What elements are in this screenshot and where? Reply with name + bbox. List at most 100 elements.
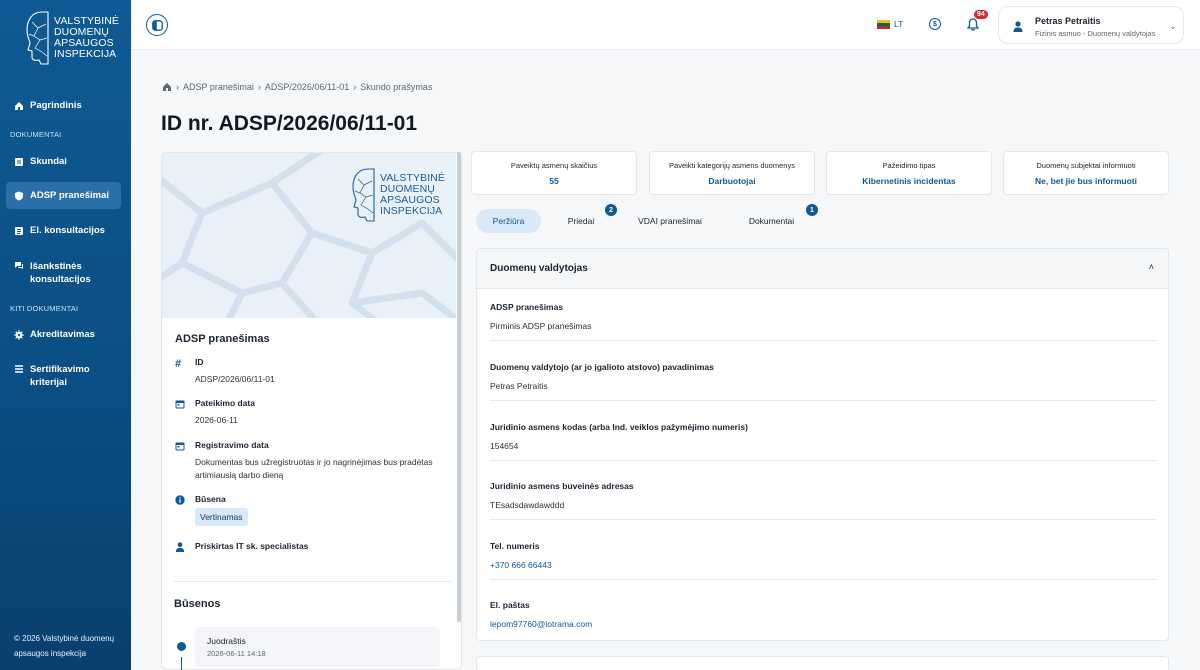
- detail-row: El. paštas lepom97760@iotrama.com: [490, 600, 1157, 629]
- detail-value: TEsadsdawdawddd: [490, 500, 565, 510]
- user-role: Fizinis asmuo - Duomenų valdytojas: [1035, 29, 1156, 38]
- field-label: Registravimo data: [195, 440, 269, 450]
- stat-value: Ne, bet jie bus informuoti: [1034, 176, 1137, 186]
- phone-link[interactable]: +370 666 66443: [490, 560, 1157, 570]
- sidebar-item-pagrindinis[interactable]: Pagrindinis: [0, 100, 90, 111]
- email-link[interactable]: lepom97760@iotrama.com: [490, 619, 1157, 629]
- brand-line: INSPEKCIJA: [54, 48, 117, 60]
- page-title: ID nr. ADSP/2026/06/11-01: [161, 112, 418, 135]
- status-field: Būsena Vertinamas: [175, 494, 455, 534]
- tab-label: Peržiūra: [492, 216, 525, 226]
- panel-toggle-icon: [151, 19, 163, 31]
- card-title: ADSP pranešimas: [175, 333, 270, 345]
- home-icon: [15, 102, 23, 110]
- user-icon: [1013, 21, 1023, 32]
- sidebar-item-skundai[interactable]: Skundai: [0, 156, 75, 167]
- shield-icon: [15, 191, 23, 201]
- divider: [490, 579, 1157, 580]
- sidebar-item-el-konsultacijos[interactable]: El. konsultacijos: [0, 225, 113, 236]
- sidebar-item-label: Sertifikavimo kriterijai: [30, 364, 90, 388]
- sidebar-footer: © 2026 Valstybinė duomenų apsaugos inspe…: [14, 631, 114, 661]
- tab-label: VDAI pranešimai: [638, 216, 702, 226]
- notification-badge: 94: [974, 10, 988, 19]
- detail-label: Juridinio asmens buveinės adresas: [490, 481, 634, 491]
- count-badge: 2: [605, 204, 617, 216]
- stat-breach-type: Pažeidimo tipas Kibernetinis incidentas: [826, 151, 992, 195]
- next-section-card: [476, 656, 1169, 670]
- tab-perziura[interactable]: Peržiūra: [476, 209, 541, 233]
- field-value: Dokumentas bus užregistruotas ir jo nagr…: [195, 457, 433, 480]
- breadcrumb: › ADSP pranešimai › ADSP/2026/06/11-01 ›…: [162, 82, 432, 92]
- field-label: Būsena: [195, 494, 226, 504]
- bell-icon[interactable]: [967, 18, 979, 31]
- list-icon: [15, 227, 23, 235]
- sidebar-item-akreditavimas[interactable]: Akreditavimas: [0, 329, 103, 340]
- tab-label: Dokumentai: [748, 216, 795, 226]
- sidebar: VALSTYBINĖ DUOMENŲ APSAUGOS INSPEKCIJA P…: [0, 0, 131, 670]
- state-date: 2026-06-11 14:18: [207, 649, 266, 658]
- stat-label: Duomenų subjektai informuoti: [1036, 161, 1136, 170]
- gear-icon: [14, 330, 24, 340]
- stat-subjects-informed: Duomenų subjektai informuoti Ne, bet jie…: [1003, 151, 1169, 195]
- breadcrumb-current: Skundo prašymas: [360, 82, 433, 92]
- field-label: ID: [195, 357, 204, 367]
- stat-value: 55: [549, 176, 559, 186]
- brand-text: VALSTYBINĖ DUOMENŲ APSAUGOS INSPEKCIJA: [54, 16, 119, 60]
- section-header[interactable]: Duomenų valdytojas ˄: [477, 249, 1168, 289]
- sidebar-item-sertifikavimo[interactable]: Sertifikavimo kriterijai: [0, 363, 120, 389]
- chevron-up-icon[interactable]: ˄: [1149, 262, 1154, 272]
- tab-vdai-pranesimai[interactable]: VDAI pranešimai: [620, 209, 720, 233]
- help-icon[interactable]: $: [929, 18, 941, 30]
- detail-value: 154654: [490, 441, 519, 451]
- tab-dokumentai[interactable]: Dokumentai 1: [731, 204, 818, 233]
- language-label: LT: [894, 19, 904, 29]
- brand-text: VALSTYBINĖ DUOMENŲ APSAUGOS INSPEKCIJA: [380, 173, 445, 217]
- report-summary-card: VALSTYBINĖ DUOMENŲ APSAUGOS INSPEKCIJA A…: [161, 152, 462, 670]
- detail-label: Juridinio asmens kodas (arba Ind. veiklo…: [490, 422, 748, 432]
- chevron-down-icon: ⌄: [1169, 21, 1177, 31]
- detail-row: Juridinio asmens kodas (arba Ind. veiklo…: [490, 422, 1157, 451]
- chevron-right-icon: ›: [257, 82, 261, 92]
- home-icon[interactable]: [162, 82, 172, 92]
- sidebar-item-adsp[interactable]: ADSP pranešimai: [6, 182, 121, 209]
- field-value: ADSP/2026/06/11-01: [195, 374, 275, 384]
- stat-label: Pažeidimo tipas: [882, 161, 936, 170]
- stat-value: Darbuotojai: [708, 176, 756, 186]
- sidebar-item-label: El. konsultacijos: [30, 225, 105, 236]
- detail-label: ADSP pranešimas: [490, 302, 564, 312]
- sidebar-section-label: KITI DOKUMENTAI: [10, 304, 79, 313]
- language-switcher[interactable]: LT: [877, 19, 903, 29]
- sidebar-item-isankstines[interactable]: Išankstinės konsultacijos: [0, 260, 120, 286]
- divider: [490, 340, 1157, 341]
- state-item: Juodraštis 2026-06-11 14:18: [195, 627, 440, 667]
- footer-line: © 2026 Valstybinė duomenų: [14, 634, 115, 643]
- sidebar-item-label: Akreditavimas: [30, 329, 95, 340]
- calendar-icon: [175, 400, 185, 409]
- count-badge: 1: [806, 204, 818, 216]
- brand-logo[interactable]: VALSTYBINĖ DUOMENŲ APSAUGOS INSPEKCIJA: [24, 10, 124, 66]
- timeline-line: [181, 657, 182, 670]
- breadcrumb-link[interactable]: ADSP/2026/06/11-01: [265, 82, 349, 92]
- tab-priedai[interactable]: Priedai 2: [551, 204, 617, 233]
- stat-data-categories: Paveikti kategorijų asmens duomenys Darb…: [649, 151, 815, 195]
- field-value: 2026-06-11: [195, 415, 238, 425]
- hash-icon: #: [175, 358, 182, 370]
- detail-row: Tel. numeris +370 666 66443: [490, 541, 1157, 570]
- breadcrumb-link[interactable]: ADSP pranešimai: [183, 82, 254, 92]
- sidebar-toggle-button[interactable]: [146, 14, 168, 36]
- sidebar-section-label: DOKUMENTAI: [10, 130, 62, 139]
- sidebar-item-label: Skundai: [30, 156, 67, 167]
- hero-banner: VALSTYBINĖ DUOMENŲ APSAUGOS INSPEKCIJA: [162, 153, 456, 318]
- states-title: Būsenos: [174, 598, 221, 610]
- chevron-right-icon: ›: [176, 82, 179, 92]
- lt-flag-icon: [877, 19, 890, 29]
- user-name: Petras Petraitis: [1035, 16, 1101, 26]
- user-menu[interactable]: Petras Petraitis Fizinis asmuo - Duomenų…: [998, 6, 1184, 44]
- detail-label: Duomenų valdytojo (ar jo įgalioto atstov…: [490, 362, 714, 372]
- divider: [174, 581, 451, 582]
- status-badge: Vertinamas: [195, 508, 248, 526]
- brand-head-icon: [26, 11, 49, 65]
- timeline-dot: [177, 642, 186, 651]
- sidebar-item-label: Pagrindinis: [30, 100, 82, 111]
- scrollbar[interactable]: [457, 152, 461, 622]
